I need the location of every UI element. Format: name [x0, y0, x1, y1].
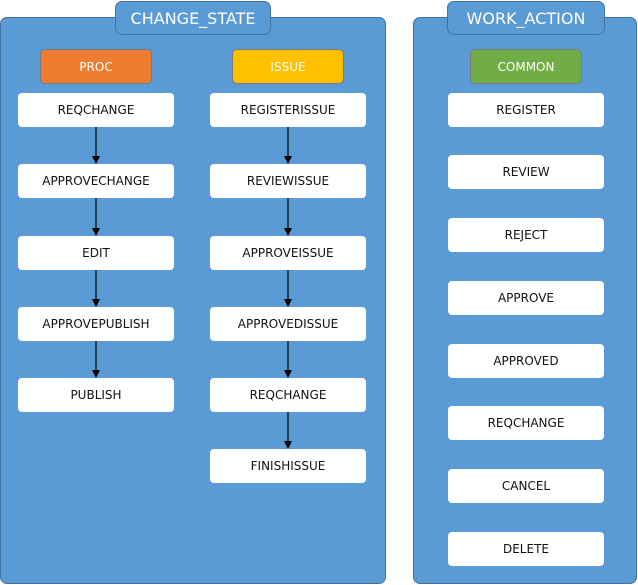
proc-category: PROC — [40, 49, 152, 84]
change-state-title: CHANGE_STATE — [115, 1, 271, 35]
flow-arrow-icon — [90, 198, 102, 236]
flow-arrow-icon — [282, 127, 294, 164]
common-action-node: REVIEW — [448, 155, 604, 189]
common-action-node: APPROVE — [448, 281, 604, 315]
work-action-title: WORK_ACTION — [447, 1, 605, 35]
proc-step-node: REQCHANGE — [18, 93, 174, 127]
flow-arrow-icon — [90, 341, 102, 378]
proc-step-node: APPROVECHANGE — [18, 164, 174, 198]
common-action-node: REJECT — [448, 218, 604, 252]
flow-arrow-icon — [90, 270, 102, 307]
issue-step-node: REVIEWISSUE — [210, 164, 366, 198]
issue-step-node: REQCHANGE — [210, 378, 366, 412]
common-action-node: APPROVED — [448, 344, 604, 378]
proc-step-node: APPROVEPUBLISH — [18, 307, 174, 341]
common-action-node: REGISTER — [448, 93, 604, 127]
proc-step-node: PUBLISH — [18, 378, 174, 412]
common-category: COMMON — [470, 49, 582, 84]
issue-step-node: APPROVEISSUE — [210, 236, 366, 270]
common-action-node: DELETE — [448, 532, 604, 566]
proc-step-node: EDIT — [18, 236, 174, 270]
issue-step-node: APPROVEDISSUE — [210, 307, 366, 341]
common-action-node: CANCEL — [448, 469, 604, 503]
flow-arrow-icon — [90, 127, 102, 164]
flow-arrow-icon — [282, 412, 294, 449]
issue-step-node: REGISTERISSUE — [210, 93, 366, 127]
issue-step-node: FINISHISSUE — [210, 449, 366, 483]
flow-arrow-icon — [282, 341, 294, 378]
flow-arrow-icon — [282, 198, 294, 236]
common-action-node: REQCHANGE — [448, 406, 604, 440]
issue-category: ISSUE — [232, 49, 344, 84]
flow-arrow-icon — [282, 270, 294, 307]
